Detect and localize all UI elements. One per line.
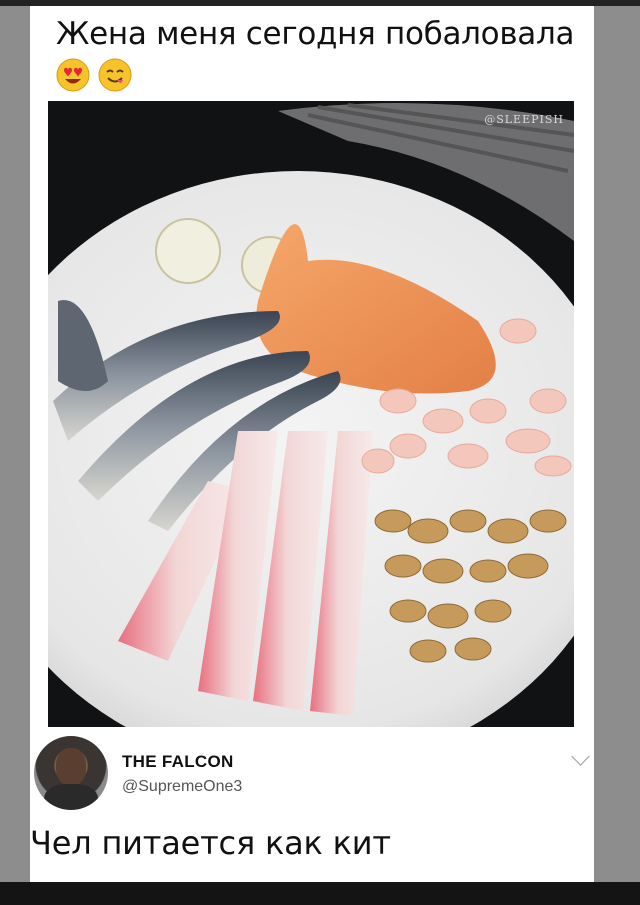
left-margin (0, 6, 30, 882)
food-photo: @SLEEPISH (48, 101, 574, 727)
right-margin (594, 6, 640, 882)
avatar[interactable] (34, 736, 108, 810)
post-card: Жена меня сегодня побаловала @SLEEPISH T… (30, 6, 594, 882)
bottom-bar (0, 882, 640, 905)
post-caption: Жена меня сегодня побаловала (56, 16, 575, 52)
emoji-row (56, 58, 132, 98)
tweet-text: Чел питается как кит (30, 824, 391, 862)
author-handle[interactable]: @SupremeOne3 (122, 778, 242, 796)
heart-eyes-emoji-icon (56, 58, 90, 92)
author-name[interactable]: THE FALCON (122, 752, 234, 772)
photo-watermark: @SLEEPISH (484, 113, 564, 126)
yum-face-emoji-icon (98, 58, 132, 92)
chevron-down-icon[interactable] (571, 747, 590, 766)
avatar-body (44, 784, 98, 810)
tweet-author-row[interactable]: THE FALCON @SupremeOne3 (30, 726, 594, 816)
avatar-face (56, 748, 86, 786)
